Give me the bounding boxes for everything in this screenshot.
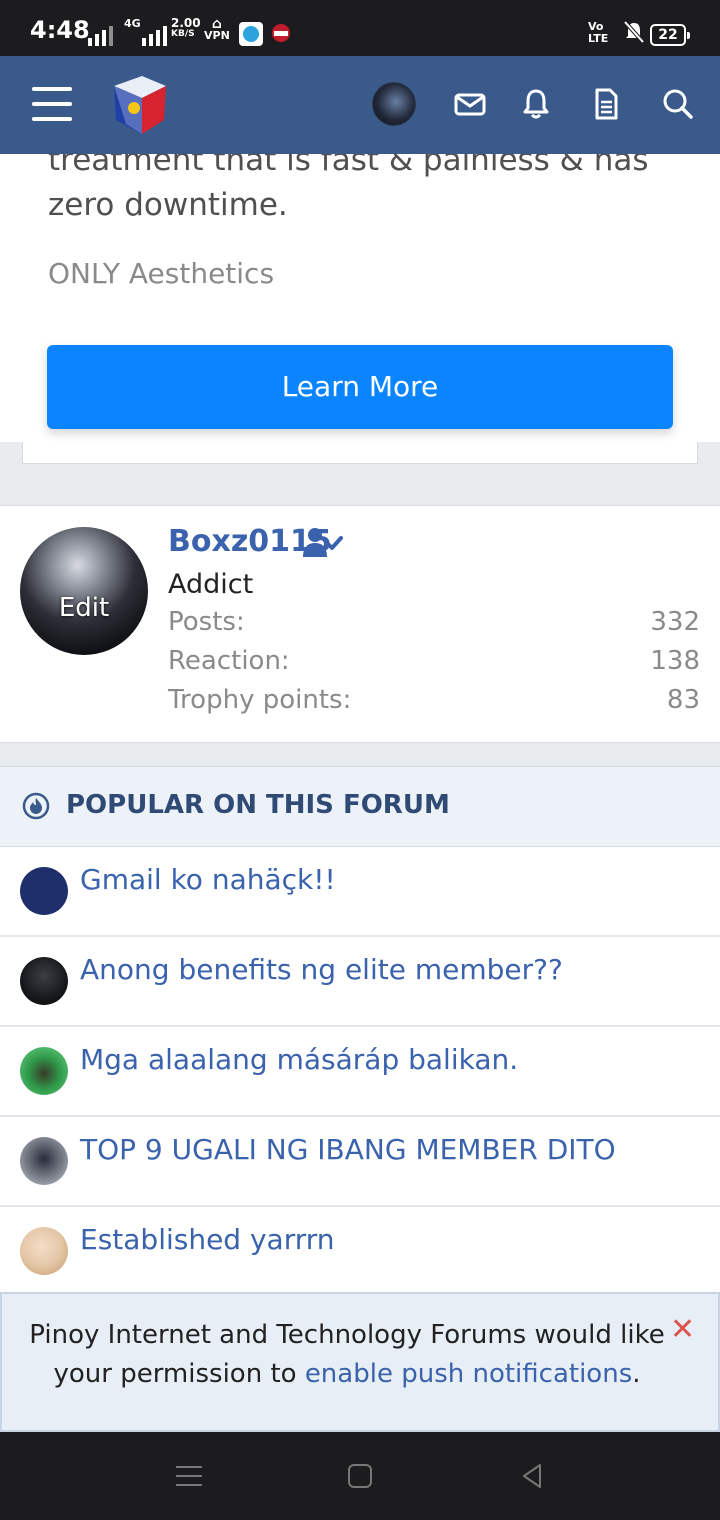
user-avatar[interactable] [372, 82, 416, 126]
stat-posts: Posts: 332 [168, 607, 700, 637]
popular-threads-block: POPULAR ON THIS FORUM Gmail ko nahäçk!! … [0, 766, 720, 1297]
enable-push-link[interactable]: enable push notifications [305, 1359, 632, 1389]
menu-icon[interactable] [32, 87, 72, 121]
user-rank-title: Addict [168, 569, 254, 600]
fire-icon [22, 792, 50, 820]
thread-item[interactable]: Anong benefits ng elite member?? [0, 937, 720, 1027]
learn-more-button[interactable]: Learn More [47, 345, 673, 429]
thread-item[interactable]: Gmail ko nahäçk!! [0, 847, 720, 937]
ad-sponsor-name: ONLY Aesthetics [48, 257, 275, 290]
thread-title[interactable]: Gmail ko nahäçk!! [80, 863, 336, 896]
thread-author-avatar[interactable] [20, 1137, 68, 1185]
user-profile-card: Edit Boxz0115 Addict Posts: 332 Reaction:… [0, 505, 720, 743]
thread-item[interactable]: Established yarrrn [0, 1207, 720, 1297]
stat-trophy-points: Trophy points: 83 [168, 685, 700, 715]
ad-card-bottom [22, 442, 698, 464]
search-icon[interactable] [660, 86, 696, 122]
push-notification-notice: Pinoy Internet and Technology Forums wou… [0, 1292, 720, 1432]
notice-text: Pinoy Internet and Technology Forums wou… [29, 1320, 665, 1389]
thread-item[interactable]: Mga alaalang másáráp balikan. [0, 1027, 720, 1117]
status-bar: 4:48 4G 2.00 KB/S ⌂ VPN Vo LTE 22 [0, 0, 720, 56]
site-header [0, 56, 720, 154]
battery-icon: 22 [650, 24, 690, 46]
thread-item[interactable]: TOP 9 UGALI NG IBANG MEMBER DITO [0, 1117, 720, 1207]
site-logo[interactable] [106, 72, 172, 138]
volte-indicator: Vo LTE [588, 20, 609, 45]
ad-body-text: treatment that is fast & painless & has … [48, 154, 649, 223]
signal-icon-secondary [142, 22, 167, 46]
home-icon[interactable] [348, 1464, 372, 1488]
data-speed: 2.00 KB/S [171, 16, 201, 39]
user-check-icon [302, 526, 344, 560]
network-type-label: 4G [124, 17, 141, 30]
thread-author-avatar[interactable] [20, 1047, 68, 1095]
signal-icon [88, 22, 113, 46]
thread-title[interactable]: TOP 9 UGALI NG IBANG MEMBER DITO [80, 1133, 616, 1166]
thread-title[interactable]: Anong benefits ng elite member?? [80, 953, 563, 986]
mute-icon [623, 20, 645, 49]
close-icon[interactable]: ✕ [670, 1312, 695, 1347]
thread-author-avatar[interactable] [20, 1227, 68, 1275]
popular-header: POPULAR ON THIS FORUM [0, 767, 720, 847]
stat-reaction: Reaction: 138 [168, 646, 700, 676]
popular-heading: POPULAR ON THIS FORUM [66, 790, 450, 820]
status-time: 4:48 [30, 16, 90, 44]
thread-title[interactable]: Established yarrrn [80, 1223, 335, 1256]
bell-icon[interactable] [518, 86, 554, 122]
system-navigation-bar [0, 1432, 720, 1520]
telegram-icon [239, 22, 263, 46]
profile-avatar[interactable]: Edit [20, 527, 148, 655]
thread-author-avatar[interactable] [20, 867, 68, 915]
thread-author-avatar[interactable] [20, 957, 68, 1005]
sponsored-ad: treatment that is fast & painless & has … [0, 154, 720, 442]
vpn-indicator: ⌂ VPN [204, 16, 230, 42]
thread-title[interactable]: Mga alaalang másáráp balikan. [80, 1043, 518, 1076]
mail-icon[interactable] [452, 86, 488, 122]
recent-apps-icon[interactable] [176, 1466, 202, 1486]
app-notification-icon [270, 22, 292, 44]
avatar-edit-label[interactable]: Edit [20, 593, 148, 623]
document-icon[interactable] [588, 86, 624, 122]
back-icon[interactable] [518, 1462, 546, 1490]
